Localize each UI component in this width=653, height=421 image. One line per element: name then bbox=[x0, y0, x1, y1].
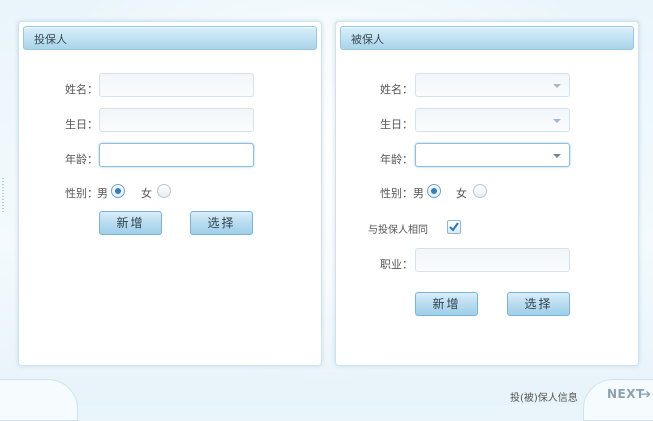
chevron-down-icon bbox=[553, 119, 561, 123]
next-button[interactable]: NEXT bbox=[607, 387, 645, 401]
policyholder-gender-male-radio[interactable] bbox=[111, 184, 125, 198]
name-label: 姓名： bbox=[380, 83, 413, 96]
birthday-label: 生日： bbox=[380, 118, 413, 131]
age-label: 年龄： bbox=[380, 153, 413, 166]
policyholder-panel: 投保人 姓名： 生日： 年龄： 性别： 男 女 新增 选择 bbox=[18, 21, 322, 366]
insured-add-button[interactable]: 新增 bbox=[415, 292, 478, 316]
insured-gender-male-radio[interactable] bbox=[427, 184, 441, 198]
insured-panel: 被保人 姓名： 生日： 年龄： 性别： 男 女 与投保人相同 职业： 新增 选择 bbox=[335, 21, 639, 366]
same-as-policyholder-checkbox[interactable] bbox=[447, 220, 461, 234]
name-label: 姓名： bbox=[65, 83, 98, 96]
insured-select-button[interactable]: 选择 bbox=[507, 292, 570, 316]
policyholder-add-button[interactable]: 新增 bbox=[99, 211, 162, 235]
gender-female-label: 女 bbox=[141, 187, 152, 200]
gender-male-label: 男 bbox=[413, 187, 424, 200]
arrow-right-icon[interactable]: ➔ bbox=[641, 387, 651, 401]
insured-gender-female-radio[interactable] bbox=[473, 184, 487, 198]
page-label: 投(被)保人信息 bbox=[510, 393, 578, 404]
age-label: 年龄： bbox=[65, 153, 98, 166]
gender-male-label: 男 bbox=[97, 187, 108, 200]
occupation-label: 职业： bbox=[380, 258, 413, 271]
back-tab[interactable] bbox=[0, 379, 78, 421]
policyholder-title: 投保人 bbox=[34, 33, 67, 46]
policyholder-gender-female-radio[interactable] bbox=[157, 184, 171, 198]
checkmark-icon bbox=[449, 222, 459, 232]
insured-title: 被保人 bbox=[351, 33, 384, 46]
chevron-down-icon bbox=[553, 154, 561, 158]
insured-occupation-input[interactable] bbox=[415, 248, 570, 272]
policyholder-name-input[interactable] bbox=[99, 73, 254, 97]
insured-age-select[interactable] bbox=[415, 143, 570, 167]
policyholder-select-button[interactable]: 选择 bbox=[190, 211, 253, 235]
gender-label: 性别： bbox=[65, 187, 98, 200]
chevron-down-icon bbox=[553, 84, 561, 88]
same-as-policyholder-label: 与投保人相同 bbox=[368, 225, 428, 236]
gender-female-label: 女 bbox=[456, 187, 467, 200]
birthday-label: 生日： bbox=[65, 118, 98, 131]
policyholder-birthday-input[interactable] bbox=[99, 108, 254, 132]
policyholder-age-input[interactable] bbox=[99, 143, 254, 167]
side-handle-dots[interactable] bbox=[2, 178, 4, 214]
insured-header: 被保人 bbox=[340, 26, 634, 50]
gender-label: 性别： bbox=[380, 187, 413, 200]
policyholder-header: 投保人 bbox=[23, 26, 317, 50]
insured-birthday-select[interactable] bbox=[415, 108, 570, 132]
insured-name-select[interactable] bbox=[415, 73, 570, 97]
